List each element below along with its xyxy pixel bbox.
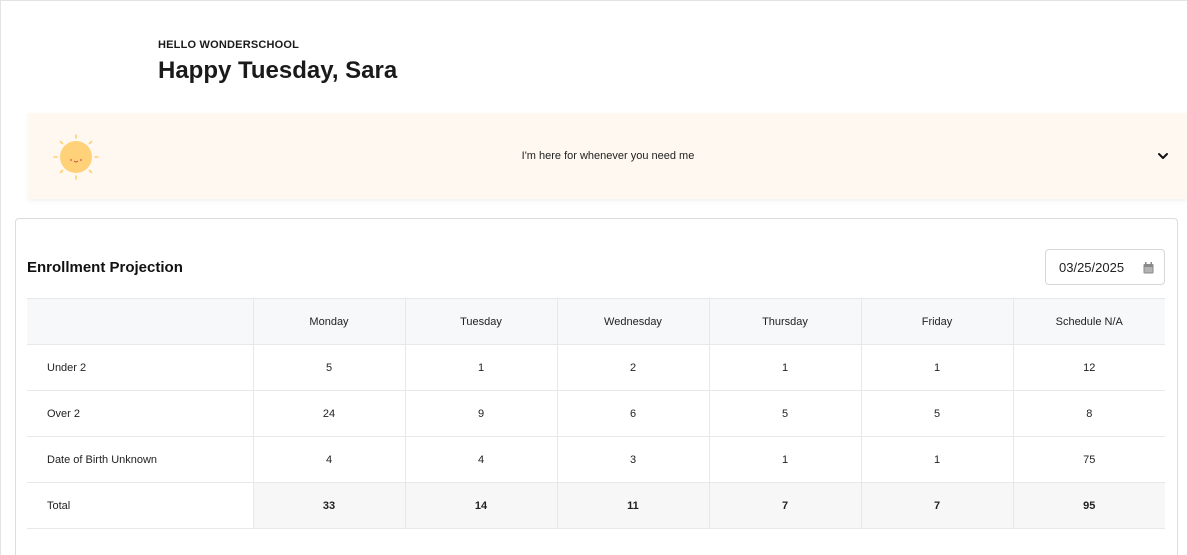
- total-cell: 33: [252, 482, 405, 529]
- row-label: Total: [27, 482, 253, 529]
- row-label: Date of Birth Unknown: [27, 436, 253, 483]
- greeting-headline: Happy Tuesday, Sara: [158, 57, 398, 84]
- column-header: [27, 298, 253, 345]
- table-cell: 4: [404, 436, 557, 483]
- table-cell: 5: [252, 344, 405, 391]
- column-header-schedule-na: Schedule N/A: [1012, 298, 1165, 345]
- chevron-down-icon[interactable]: [1156, 149, 1170, 163]
- table-cell: 1: [860, 436, 1013, 483]
- total-cell: 95: [1012, 482, 1165, 529]
- table-cell: 5: [860, 390, 1013, 437]
- table-cell: 12: [1012, 344, 1165, 391]
- table-row: Under 2 5 1 2 1 1 12: [27, 344, 1165, 391]
- column-header-wednesday: Wednesday: [556, 298, 709, 345]
- total-cell: 7: [708, 482, 861, 529]
- column-header-monday: Monday: [252, 298, 405, 345]
- table-cell: 8: [1012, 390, 1165, 437]
- table-cell: 1: [708, 436, 861, 483]
- total-cell: 7: [860, 482, 1013, 529]
- table-cell: 6: [556, 390, 709, 437]
- greeting-eyebrow: HELLO WONDERSCHOOL: [158, 39, 300, 51]
- column-header-thursday: Thursday: [708, 298, 861, 345]
- row-label: Over 2: [27, 390, 253, 437]
- table-cell: 2: [556, 344, 709, 391]
- table-cell: 75: [1012, 436, 1165, 483]
- column-header-friday: Friday: [860, 298, 1013, 345]
- table-cell: 4: [252, 436, 405, 483]
- enrollment-projection-card: Enrollment Projection 03/25/2025 Monday …: [15, 218, 1178, 555]
- assistant-message: I'm here for whenever you need me: [521, 150, 695, 162]
- assistant-banner[interactable]: I'm here for whenever you need me: [28, 113, 1187, 199]
- column-header-tuesday: Tuesday: [404, 298, 557, 345]
- table-cell: 9: [404, 390, 557, 437]
- enrollment-table: Monday Tuesday Wednesday Thursday Friday…: [27, 298, 1165, 529]
- table-cell: 1: [404, 344, 557, 391]
- date-value: 03/25/2025: [1059, 259, 1125, 275]
- enrollment-title: Enrollment Projection: [27, 259, 183, 276]
- total-cell: 14: [404, 482, 557, 529]
- table-row: Over 2 24 9 6 5 5 8: [27, 390, 1165, 437]
- total-cell: 11: [556, 482, 709, 529]
- table-cell: 1: [860, 344, 1013, 391]
- date-picker-input[interactable]: 03/25/2025: [1045, 249, 1165, 285]
- table-row-total: Total 33 14 11 7 7 95: [27, 482, 1165, 529]
- table-cell: 3: [556, 436, 709, 483]
- table-row: Date of Birth Unknown 4 4 3 1 1 75: [27, 436, 1165, 483]
- greeting-section: HELLO WONDERSCHOOL Happy Tuesday, Sara: [158, 39, 397, 85]
- table-cell: 24: [252, 390, 405, 437]
- calendar-icon[interactable]: [1143, 262, 1154, 274]
- row-label: Under 2: [27, 344, 253, 391]
- table-header-row: Monday Tuesday Wednesday Thursday Friday…: [27, 298, 1165, 345]
- dashboard-page: HELLO WONDERSCHOOL Happy Tuesday, Sara I…: [0, 0, 1187, 555]
- table-cell: 1: [708, 344, 861, 391]
- table-cell: 5: [708, 390, 861, 437]
